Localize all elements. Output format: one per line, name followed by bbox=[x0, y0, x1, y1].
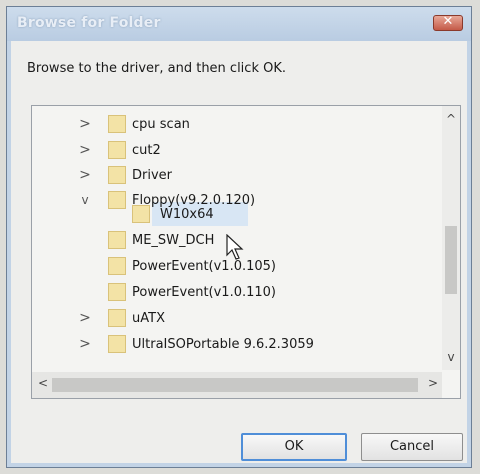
tree-item-driver[interactable]: > Driver bbox=[32, 163, 442, 187]
mouse-cursor-icon bbox=[226, 234, 244, 260]
tree-item-label: PowerEvent(v1.0.105) bbox=[132, 258, 277, 274]
tree-item-ultraiso[interactable]: > UltraISOPortable 9.6.2.3059 bbox=[32, 332, 442, 356]
tree-item-label: uATX bbox=[132, 310, 165, 326]
close-button[interactable]: ✕ bbox=[433, 14, 463, 31]
folder-icon bbox=[108, 283, 126, 301]
tree-item-powerevent-110[interactable]: PowerEvent(v1.0.110) bbox=[32, 280, 442, 304]
chevron-right-icon[interactable]: > bbox=[78, 116, 92, 132]
close-icon: ✕ bbox=[442, 14, 454, 29]
folder-icon bbox=[108, 309, 126, 327]
folder-icon bbox=[108, 115, 126, 133]
ok-button[interactable]: OK bbox=[241, 433, 347, 461]
tree-item-uatx[interactable]: > uATX bbox=[32, 306, 442, 330]
tree-item-label: cpu scan bbox=[132, 116, 190, 132]
chevron-right-icon[interactable]: > bbox=[78, 336, 92, 352]
folder-icon bbox=[108, 141, 126, 159]
tree-item-label: Driver bbox=[132, 167, 173, 183]
scroll-up-icon[interactable]: ^ bbox=[442, 112, 460, 126]
scroll-right-icon[interactable]: > bbox=[424, 376, 442, 390]
folder-icon bbox=[132, 205, 150, 223]
chevron-right-icon[interactable]: > bbox=[78, 310, 92, 326]
vertical-scrollbar[interactable]: ^ v bbox=[442, 106, 460, 370]
dialog-title: Browse for Folder bbox=[17, 15, 161, 31]
scroll-left-icon[interactable]: < bbox=[34, 376, 52, 390]
tree-item-label: W10x64 bbox=[160, 206, 214, 222]
tree-item-cpu-scan[interactable]: > cpu scan bbox=[32, 112, 442, 136]
tree-item-w10x64[interactable]: W10x64 bbox=[32, 202, 442, 226]
folder-icon bbox=[108, 231, 126, 249]
title-bar[interactable]: Browse for Folder ✕ bbox=[7, 7, 471, 41]
vertical-scroll-thumb[interactable] bbox=[445, 226, 457, 294]
folder-icon bbox=[108, 335, 126, 353]
tree-item-label: UltraISOPortable 9.6.2.3059 bbox=[132, 336, 314, 352]
instruction-text: Browse to the driver, and then click OK. bbox=[27, 61, 286, 76]
folder-tree[interactable]: > cpu scan > cut2 > Driver v Floppy(v9.2… bbox=[31, 105, 461, 399]
folder-icon bbox=[108, 166, 126, 184]
tree-item-label: cut2 bbox=[132, 142, 161, 158]
tree-item-cut2[interactable]: > cut2 bbox=[32, 138, 442, 162]
chevron-right-icon[interactable]: > bbox=[78, 142, 92, 158]
tree-item-label: PowerEvent(v1.0.110) bbox=[132, 284, 277, 300]
chevron-right-icon[interactable]: > bbox=[78, 167, 92, 183]
tree-item-label: ME_SW_DCH bbox=[132, 232, 215, 248]
horizontal-scroll-thumb[interactable] bbox=[52, 378, 418, 392]
cancel-button[interactable]: Cancel bbox=[361, 433, 463, 461]
horizontal-scrollbar[interactable]: < > bbox=[32, 372, 442, 398]
scroll-down-icon[interactable]: v bbox=[442, 350, 460, 364]
folder-icon bbox=[108, 257, 126, 275]
